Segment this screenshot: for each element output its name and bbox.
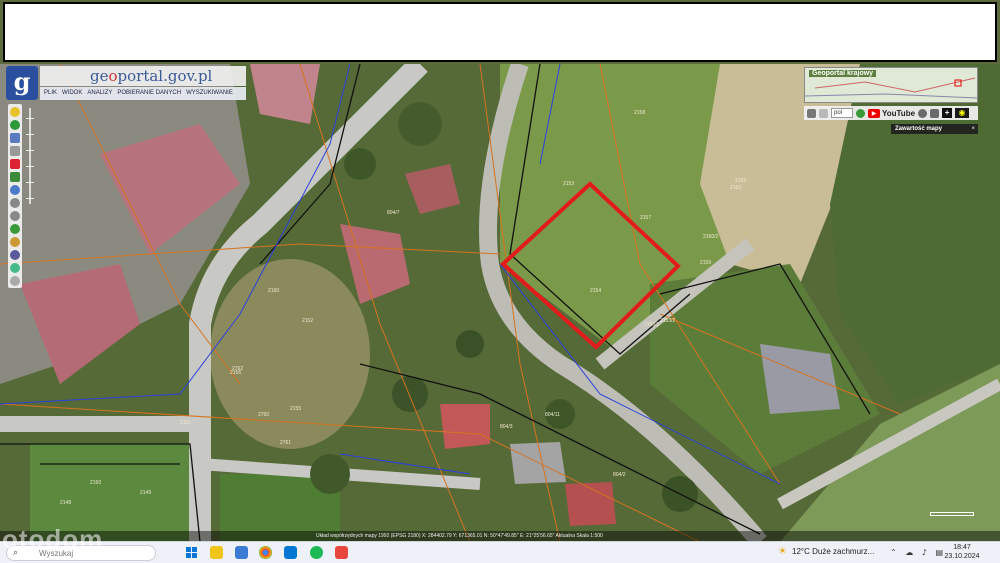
chrome-icon[interactable]: [259, 546, 272, 559]
system-tray[interactable]: ⌃ ☁ ♪ ▤: [890, 548, 946, 557]
parcel-number: 804/7: [387, 210, 400, 216]
blank-header-box: [3, 2, 997, 62]
layers-tool-icon[interactable]: [10, 172, 20, 182]
parcel-number: 2160/2: [703, 234, 719, 240]
geoportal-title-bar: geoportal.gov.pl: [40, 66, 246, 86]
menu-item-plik[interactable]: PLIK: [44, 87, 57, 100]
watermark-logo: otodom: [2, 524, 104, 554]
parcel-number: 2762: [232, 366, 243, 372]
parcel-number: 2158: [634, 110, 645, 116]
map-status-bar: Układ współrzędnych mapy 1992 (EPSG 2180…: [0, 531, 1000, 541]
parcel-number: 2154: [590, 288, 601, 294]
parcel-number: 2151: [180, 420, 191, 426]
grid-icon[interactable]: [807, 108, 816, 118]
windows-taskbar: ⌕ Wyszukaj ☀ 12°C Duże zachmurz... ⌃ ☁ ♪…: [0, 541, 1000, 563]
print-icon[interactable]: [930, 108, 940, 118]
app-icon[interactable]: [335, 546, 348, 559]
geoportal-header: g geoportal.gov.pl PLIK WIDOK ANALIZY PO…: [6, 66, 246, 100]
parcel-number: 2163: [730, 185, 741, 191]
accessibility-icon[interactable]: [918, 108, 928, 118]
weather-text: 12°C Duże zachmurz...: [792, 547, 874, 556]
parcel-number: 2761: [280, 440, 291, 446]
parcel-number: 2155: [290, 406, 301, 412]
streetview-icon[interactable]: [10, 250, 20, 260]
parcel-number: 2193: [735, 178, 746, 184]
site-name-suffix: portal.gov.pl: [117, 67, 213, 85]
parcel-number: 2153/2: [660, 318, 676, 324]
draw-tool-icon[interactable]: [10, 159, 20, 169]
map-contents-panel[interactable]: × Zawartość mapy: [891, 124, 978, 134]
parcel-number: 804/3: [500, 424, 513, 430]
parcel-number: 804/11: [545, 412, 560, 418]
help-circle-icon[interactable]: [856, 108, 865, 118]
youtube-link[interactable]: ▶ YouTube: [868, 108, 916, 118]
menu-item-analizy[interactable]: ANALIZY: [87, 87, 112, 100]
eye-icon[interactable]: ◉: [955, 108, 970, 118]
print-tool-icon[interactable]: [10, 146, 20, 156]
parcel-number: 804/2: [613, 472, 626, 478]
scale-bar: [930, 512, 974, 516]
parcel-number: 2152: [302, 318, 313, 324]
zoom-in-icon[interactable]: [10, 198, 20, 208]
map-canvas[interactable]: 2153 2157 2154 2163 2158 2159 2160 2155 …: [0, 64, 1000, 542]
weather-icon: ☀: [778, 546, 787, 557]
site-name: geoportal.gov.pl: [90, 67, 212, 85]
parcel-number: 2153/1: [644, 322, 660, 328]
overview-map[interactable]: Geoportal krajowy: [804, 67, 978, 103]
building-roof: [760, 344, 840, 414]
share-icon[interactable]: [10, 263, 20, 273]
site-name-accent: o: [108, 67, 118, 85]
zoom-slider[interactable]: [26, 108, 34, 204]
edge-icon[interactable]: [235, 546, 248, 559]
parcel-number: 2157: [640, 215, 651, 221]
mail-icon[interactable]: [284, 546, 297, 559]
zoom-out-icon[interactable]: [10, 211, 20, 221]
parcel-number: 2160: [268, 288, 279, 294]
overview-title: Geoportal krajowy: [809, 70, 877, 77]
measure-tool-icon[interactable]: [10, 133, 20, 143]
map-contents-label: Zawartość mapy: [895, 126, 943, 132]
parcel-number: 2150: [90, 480, 101, 486]
language-select[interactable]: pol: [831, 108, 853, 118]
bookmark-icon[interactable]: [10, 237, 20, 247]
map-contents-close-icon[interactable]: ×: [971, 124, 975, 134]
screen: 2153 2157 2154 2163 2158 2159 2160 2155 …: [0, 0, 1000, 563]
weather-temp: 12°C: [792, 547, 810, 556]
globe-icon[interactable]: [10, 224, 20, 234]
site-name-prefix: ge: [90, 67, 109, 85]
weather-desc: Duże zachmurz...: [812, 547, 875, 556]
contrast-plus-button[interactable]: +: [942, 108, 953, 118]
youtube-label: YouTube: [882, 108, 916, 118]
clock-date: 23.10.2024: [944, 553, 980, 560]
start-button-icon[interactable]: [186, 547, 198, 559]
help-icon[interactable]: [10, 276, 20, 286]
parcel-number: 2148: [60, 500, 71, 506]
geoportal-logo[interactable]: g: [6, 66, 38, 100]
settings-icon[interactable]: [819, 108, 828, 118]
info-tool-icon[interactable]: [10, 107, 20, 117]
taskbar-clock[interactable]: 18:47 23.10.2024: [940, 543, 984, 561]
menu-item-wyszukiwanie[interactable]: WYSZUKIWANIE: [186, 87, 233, 100]
coordinates-tool-icon[interactable]: [10, 185, 20, 195]
left-toolbar: [8, 104, 22, 288]
parcel-number: 2149: [140, 490, 151, 496]
main-menu: PLIK WIDOK ANALIZY POBIERANIE DANYCH WYS…: [40, 87, 246, 100]
clock-time: 18:47: [953, 544, 971, 551]
right-toolbar: pol ▶ YouTube + ◉: [804, 106, 978, 120]
orthophoto-map[interactable]: 2153 2157 2154 2163 2158 2159 2160 2155 …: [0, 64, 1000, 542]
parcel-number: 2159: [700, 260, 711, 266]
parcel-number: 2153: [563, 181, 574, 187]
round-field: [210, 259, 370, 449]
pan-tool-icon[interactable]: [10, 120, 20, 130]
parcel-number: 2760: [258, 412, 269, 418]
menu-item-pobieranie-danych[interactable]: POBIERANIE DANYCH: [117, 87, 181, 100]
youtube-play-icon: ▶: [868, 108, 880, 118]
file-explorer-icon[interactable]: [210, 546, 223, 559]
building-roof: [440, 404, 490, 449]
menu-item-widok[interactable]: WIDOK: [62, 87, 82, 100]
spotify-icon[interactable]: [310, 546, 323, 559]
